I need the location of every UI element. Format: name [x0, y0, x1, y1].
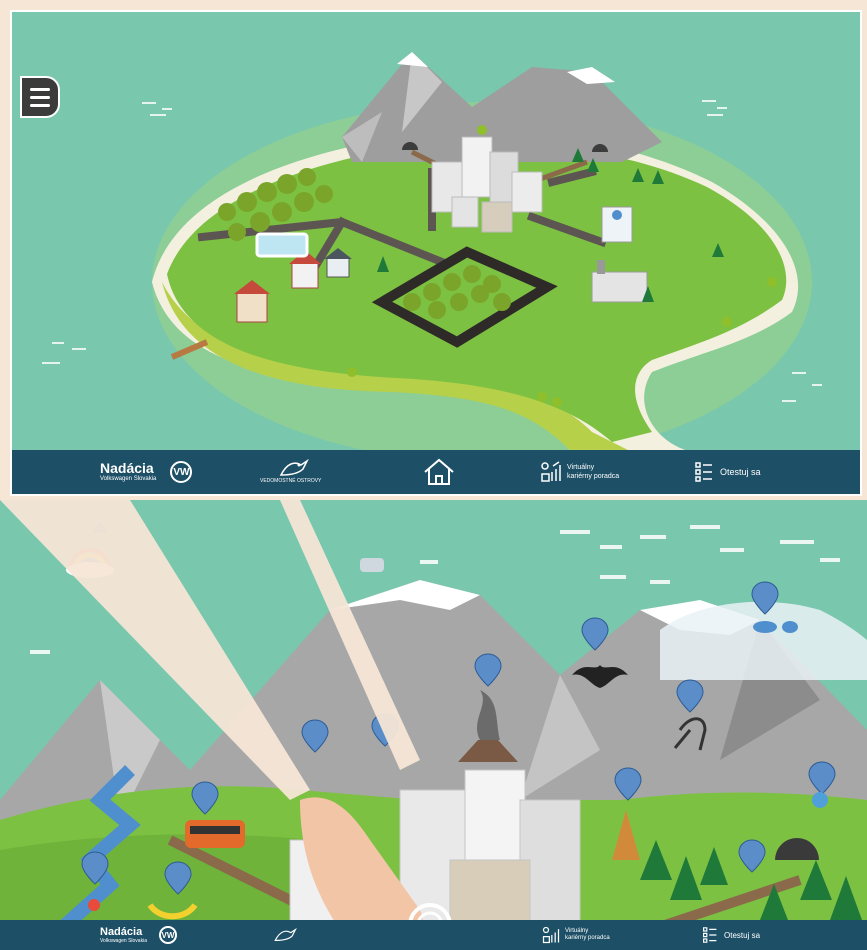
career-advisor-icon — [541, 461, 561, 482]
brand-name-zoomed: Nadácia — [100, 925, 143, 938]
test-yourself-button-zoomed[interactable]: Otestuj sa — [702, 920, 760, 950]
test-yourself-label: Otestuj sa — [720, 467, 761, 477]
zoomed-mountain-scene[interactable] — [0, 500, 867, 950]
island-bird-logo-icon — [274, 928, 297, 942]
bottom-nav-bar-zoomed: Nadácia Volkswagen Slovakia VW Virtuálny… — [0, 920, 867, 950]
career-advisor-button[interactable]: Virtuálny kariérny poradca — [539, 450, 619, 494]
brand-logo[interactable]: Nadácia Volkswagen Slovakia VW — [100, 450, 193, 494]
home-button[interactable] — [422, 450, 456, 494]
career-advisor-icon — [542, 926, 560, 944]
career-advisor-line1-zoomed: Virtuálny — [565, 928, 589, 934]
vw-logo-icon: VW — [170, 461, 193, 483]
career-advisor-line2: kariérny poradca — [567, 473, 620, 480]
island-logo-zoomed[interactable] — [268, 920, 298, 950]
career-advisor-button-zoomed[interactable]: Virtuálny kariérny poradca — [541, 920, 610, 950]
career-advisor-line1: Virtuálny — [567, 464, 595, 471]
vw-logo-icon: VW — [158, 926, 177, 944]
island-overview-panel: Nadácia Volkswagen Slovakia VW VEDOMOSTN… — [10, 10, 862, 496]
brand-logo-zoomed[interactable]: Nadácia Volkswagen Slovakia VW — [100, 920, 177, 950]
hamburger-menu-icon — [30, 87, 50, 91]
brand-subtitle: Volkswagen Slovakia — [100, 476, 157, 482]
test-yourself-label-zoomed: Otestuj sa — [724, 930, 761, 940]
home-icon — [424, 458, 454, 485]
checklist-icon — [703, 927, 717, 943]
brand-subtitle-zoomed: Volkswagen Slovakia — [100, 937, 147, 944]
island-map[interactable] — [12, 12, 862, 496]
island-bird-logo-icon — [279, 458, 309, 476]
checklist-icon — [695, 462, 712, 482]
zoomed-map-panel: Nadácia Volkswagen Slovakia VW Virtuálny… — [0, 500, 867, 950]
bottom-nav-bar: Nadácia Volkswagen Slovakia VW VEDOMOSTN… — [12, 450, 860, 494]
island-logo-caption: VEDOMOSTNÉ OSTROVY — [260, 477, 322, 484]
island-logo[interactable]: VEDOMOSTNÉ OSTROVY — [260, 450, 321, 494]
menu-button[interactable] — [20, 76, 60, 118]
brand-name: Nadácia — [100, 460, 154, 476]
app-frame: Nadácia Volkswagen Slovakia VW VEDOMOSTN… — [0, 0, 867, 950]
test-yourself-button[interactable]: Otestuj sa — [694, 450, 761, 494]
career-advisor-line2-zoomed: kariérny poradca — [565, 935, 610, 941]
